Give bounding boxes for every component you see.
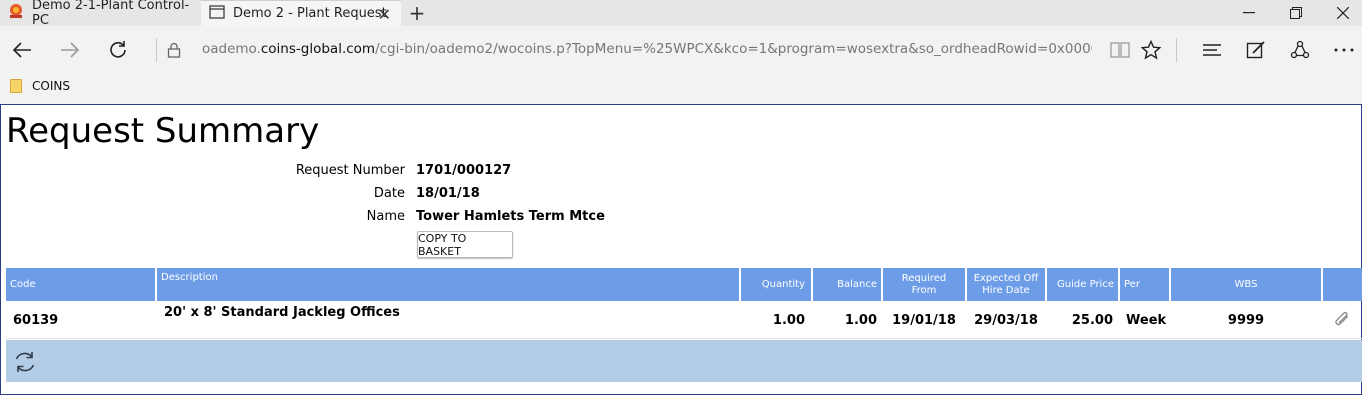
column-header-wbs[interactable]: WBS xyxy=(1171,268,1321,301)
tab-label: Demo 2-1-Plant Control-PC xyxy=(32,0,190,28)
date-value: 18/01/18 xyxy=(416,186,480,201)
column-header-balance[interactable]: Balance xyxy=(813,268,881,301)
close-window-button[interactable] xyxy=(1320,0,1362,26)
row-required-from: 19/01/18 xyxy=(892,312,956,328)
column-header-per[interactable]: Per xyxy=(1120,268,1169,301)
divider xyxy=(1176,38,1177,62)
column-header-guide-price[interactable]: Guide Price xyxy=(1047,268,1118,301)
favorites-bar: COINS xyxy=(0,72,1362,104)
request-number-value: 1701/000127 xyxy=(416,163,512,178)
row-wbs: 9999 xyxy=(1227,312,1265,328)
address-input[interactable]: oademo.coins-global.com/cgi-bin/oademo2/… xyxy=(202,41,1092,57)
column-header-attachments xyxy=(1323,268,1362,301)
url-prefix: oademo. xyxy=(202,41,261,57)
favorite-star-icon[interactable] xyxy=(1137,36,1165,64)
back-arrow-icon[interactable] xyxy=(8,36,36,64)
url-host: coins-global.com xyxy=(260,41,376,57)
page-content: Request Summary Request Number 1701/0001… xyxy=(0,104,1362,395)
coins-logo-icon xyxy=(8,3,24,23)
row-expected-off: 29/03/18 xyxy=(974,312,1038,328)
favorite-coins[interactable]: COINS xyxy=(10,79,70,93)
new-tab-button[interactable]: + xyxy=(404,0,430,26)
page-title: Request Summary xyxy=(6,111,320,151)
tab-plant-request[interactable]: Demo 2 - Plant Request ✕ xyxy=(201,0,401,26)
row-description: 20' x 8' Standard Jackleg Offices xyxy=(164,304,400,320)
row-code: 60139 xyxy=(13,312,59,328)
tab-plant-control[interactable]: Demo 2-1-Plant Control-PC xyxy=(0,0,200,28)
row-balance: 1.00 xyxy=(844,312,877,328)
row-divider xyxy=(6,338,1362,339)
divider xyxy=(156,38,157,62)
hub-icon[interactable] xyxy=(1198,36,1226,64)
column-header-code[interactable]: Code xyxy=(6,268,155,301)
tab-strip: Demo 2-1-Plant Control-PC Demo 2 - Plant… xyxy=(0,0,1362,28)
close-tab-icon[interactable]: ✕ xyxy=(378,5,391,24)
lock-icon[interactable] xyxy=(160,36,188,64)
table-footer xyxy=(6,340,1362,382)
column-header-expected-off-hire-date[interactable]: Expected Off Hire Date xyxy=(967,268,1045,301)
favorite-label: COINS xyxy=(32,79,70,93)
refresh-icon[interactable] xyxy=(12,349,38,375)
forward-arrow-icon[interactable] xyxy=(56,36,84,64)
name-label: Name xyxy=(366,209,405,224)
refresh-icon[interactable] xyxy=(104,36,132,64)
copy-to-basket-button[interactable]: COPY TO BASKET xyxy=(417,231,513,258)
page-icon xyxy=(209,4,225,23)
date-label: Date xyxy=(373,186,405,201)
row-per: Week xyxy=(1126,312,1167,328)
column-header-quantity[interactable]: Quantity xyxy=(741,268,811,301)
request-number-label: Request Number xyxy=(295,163,405,178)
tab-label: Demo 2 - Plant Request xyxy=(233,6,387,21)
share-icon[interactable] xyxy=(1286,36,1314,64)
address-bar-row: oademo.coins-global.com/cgi-bin/oademo2/… xyxy=(0,26,1362,72)
more-icon[interactable] xyxy=(1330,36,1358,64)
name-value: Tower Hamlets Term Mtce xyxy=(416,209,605,224)
web-note-icon[interactable] xyxy=(1242,36,1270,64)
table-row[interactable]: 60139 20' x 8' Standard Jackleg Offices … xyxy=(6,305,1362,335)
minimize-button[interactable] xyxy=(1226,0,1272,26)
url-path: /cgi-bin/oademo2/wocoins.p?TopMenu=%25WP… xyxy=(375,41,1092,57)
folder-icon xyxy=(10,79,22,93)
paperclip-icon[interactable] xyxy=(1332,305,1352,335)
row-quantity: 1.00 xyxy=(772,312,805,328)
reading-view-icon[interactable] xyxy=(1106,36,1134,64)
restore-button[interactable] xyxy=(1273,0,1319,26)
column-header-required-from[interactable]: Required From xyxy=(883,268,965,301)
row-guide-price: 25.00 xyxy=(1071,312,1113,328)
